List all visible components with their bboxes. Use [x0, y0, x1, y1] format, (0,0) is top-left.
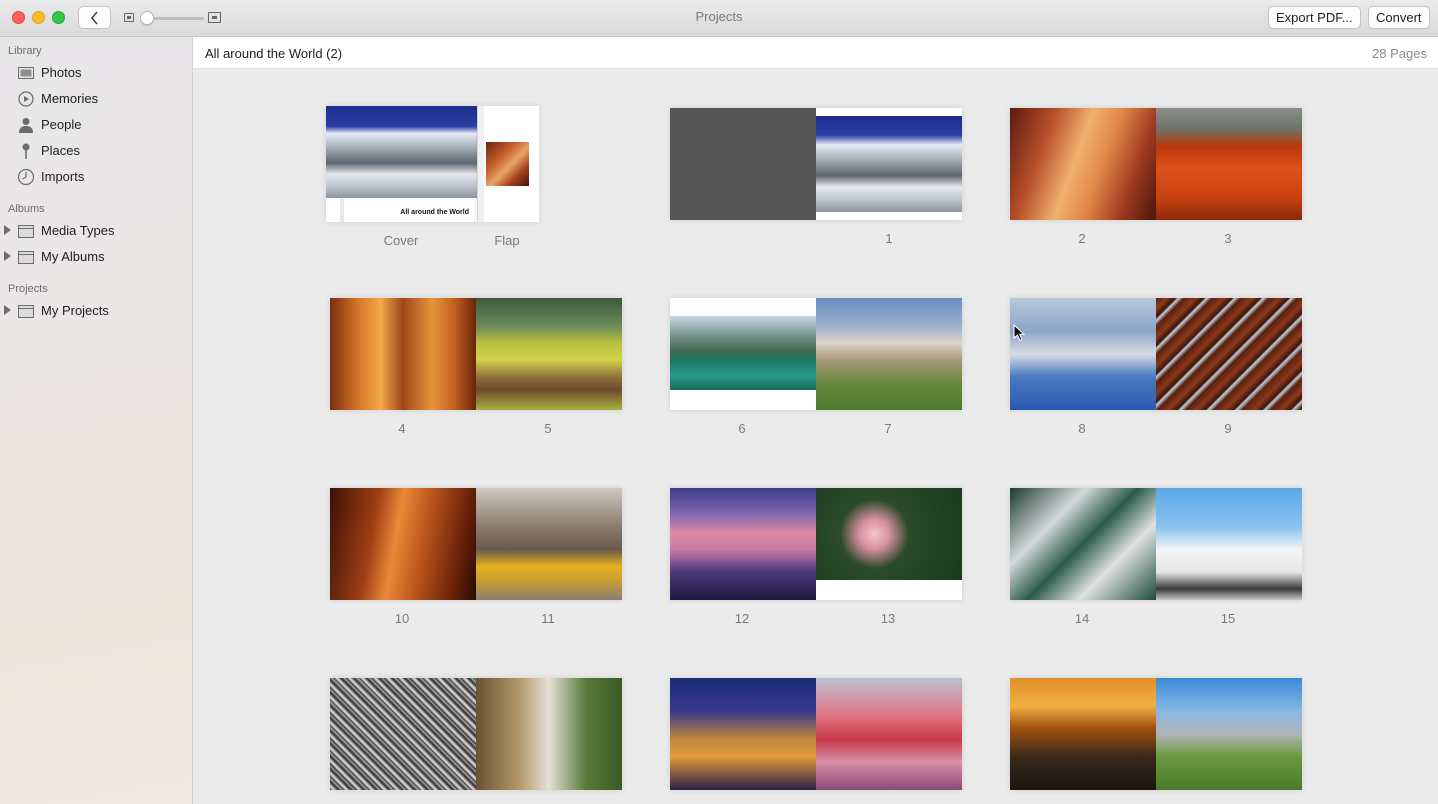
modern-architecture-photo	[1010, 298, 1156, 410]
page-blank	[670, 108, 816, 220]
blossom-photo	[816, 488, 962, 580]
window-title: Projects	[695, 9, 743, 24]
cover-title: All around the World	[400, 209, 469, 216]
page-photo	[670, 298, 816, 410]
project-title: All around the World (2)	[205, 46, 343, 61]
cover-caption: Cover	[383, 233, 419, 248]
sidebar-item-memories[interactable]: Memories	[0, 88, 192, 110]
page-spread[interactable]	[670, 108, 962, 220]
sidebar-item-label: People	[41, 117, 82, 132]
page-photo	[816, 108, 962, 220]
page-spread[interactable]	[670, 488, 962, 600]
page-caption: 6	[738, 421, 746, 436]
page-spread[interactable]	[1010, 298, 1302, 410]
sidebar-item-label: Memories	[41, 91, 99, 106]
santorini-photo	[1156, 488, 1302, 600]
sunset-boat-photo	[670, 488, 816, 600]
section-title-albums: Albums	[8, 203, 45, 215]
page-spread[interactable]	[330, 488, 622, 600]
flap-caption: Flap	[494, 233, 520, 248]
page-caption: 12	[734, 611, 750, 626]
page-spread[interactable]	[1010, 678, 1302, 790]
mountain-photo	[326, 106, 477, 198]
folder-icon	[18, 251, 34, 264]
facade-windows-photo	[1156, 298, 1302, 410]
page-caption: 9	[1224, 421, 1232, 436]
page-caption: 11	[541, 611, 555, 626]
sidebar-item-label: Media Types	[41, 223, 115, 238]
page-spread[interactable]	[670, 678, 962, 790]
page-caption: 4	[398, 421, 406, 436]
page-spread[interactable]	[330, 678, 622, 790]
page-count: 28 Pages	[1372, 46, 1427, 61]
sidebar-item-media-types[interactable]: Media Types	[0, 220, 192, 242]
page-caption: 7	[884, 421, 892, 436]
sidebar-item-label: My Projects	[41, 303, 109, 318]
photos-icon	[18, 67, 34, 79]
canyon-photo	[486, 142, 529, 186]
sidebar-item-label: Imports	[41, 169, 85, 184]
page-photo	[816, 488, 962, 600]
sidebar: Library Photos Memories People Places Im…	[0, 37, 193, 804]
harbor-town-photo	[816, 678, 962, 790]
slot-canyon-photo	[330, 488, 476, 600]
green-fields-photo	[476, 298, 622, 410]
autumn-forest-photo	[330, 298, 476, 410]
convert-button[interactable]: Convert	[1368, 6, 1430, 29]
disclosure-triangle-icon[interactable]	[4, 225, 11, 235]
page-caption: 10	[394, 611, 410, 626]
flap-page[interactable]	[478, 106, 539, 222]
old-alley-photo	[476, 678, 622, 790]
folder-icon	[18, 305, 34, 318]
export-pdf-button[interactable]: Export PDF...	[1268, 6, 1361, 29]
page-caption: 13	[880, 611, 896, 626]
page-spread[interactable]	[330, 298, 622, 410]
folder-icon	[18, 225, 34, 238]
tulip-field-photo	[1156, 108, 1302, 220]
sidebar-item-label: Places	[41, 143, 81, 158]
mountain-photo	[816, 116, 962, 212]
page-caption: 3	[1224, 231, 1232, 246]
page-spread[interactable]	[1010, 108, 1302, 220]
people-icon	[19, 118, 33, 133]
titlebar: Projects Export PDF... Convert	[0, 0, 1438, 37]
painted-ladies-photo	[816, 298, 962, 410]
cover-page[interactable]: All around the World	[326, 106, 477, 222]
sidebar-item-places[interactable]: Places	[0, 140, 192, 162]
page-caption: 5	[544, 421, 552, 436]
page-spread[interactable]	[670, 298, 962, 410]
sidebar-item-my-albums[interactable]: My Albums	[0, 246, 192, 268]
mouse-cursor-icon	[1013, 324, 1025, 342]
page-caption: 2	[1078, 231, 1086, 246]
memories-icon	[18, 91, 34, 107]
canyon-photo	[1010, 108, 1156, 220]
nyc-taxis-photo	[476, 488, 622, 600]
sidebar-item-photos[interactable]: Photos	[0, 62, 192, 84]
project-header: All around the World (2) 28 Pages	[193, 37, 1438, 69]
disclosure-triangle-icon[interactable]	[4, 305, 11, 315]
lake-mountains-photo	[670, 316, 816, 390]
brooklyn-bridge-photo	[670, 678, 816, 790]
sidebar-item-people[interactable]: People	[0, 114, 192, 136]
cover-band	[340, 198, 344, 222]
sidebar-item-label: Photos	[41, 65, 82, 80]
page-spread[interactable]	[1010, 488, 1302, 600]
imports-icon	[17, 168, 35, 186]
page-caption: 1	[885, 231, 893, 246]
places-icon	[22, 143, 30, 159]
disclosure-triangle-icon[interactable]	[4, 251, 11, 261]
section-title-library: Library	[8, 45, 42, 57]
page-caption: 14	[1074, 611, 1090, 626]
alpine-swing-photo	[1156, 678, 1302, 790]
section-title-projects: Projects	[8, 283, 48, 295]
skyscrapers-photo	[1010, 488, 1156, 600]
sidebar-item-imports[interactable]: Imports	[0, 166, 192, 188]
street-art-photo	[330, 678, 476, 790]
page-caption: 15	[1220, 611, 1236, 626]
sidebar-item-my-projects[interactable]: My Projects	[0, 300, 192, 322]
sidebar-item-label: My Albums	[41, 249, 105, 264]
page-caption: 8	[1078, 421, 1086, 436]
flap-strip	[478, 106, 484, 222]
city-sunset-photo	[1010, 678, 1156, 790]
